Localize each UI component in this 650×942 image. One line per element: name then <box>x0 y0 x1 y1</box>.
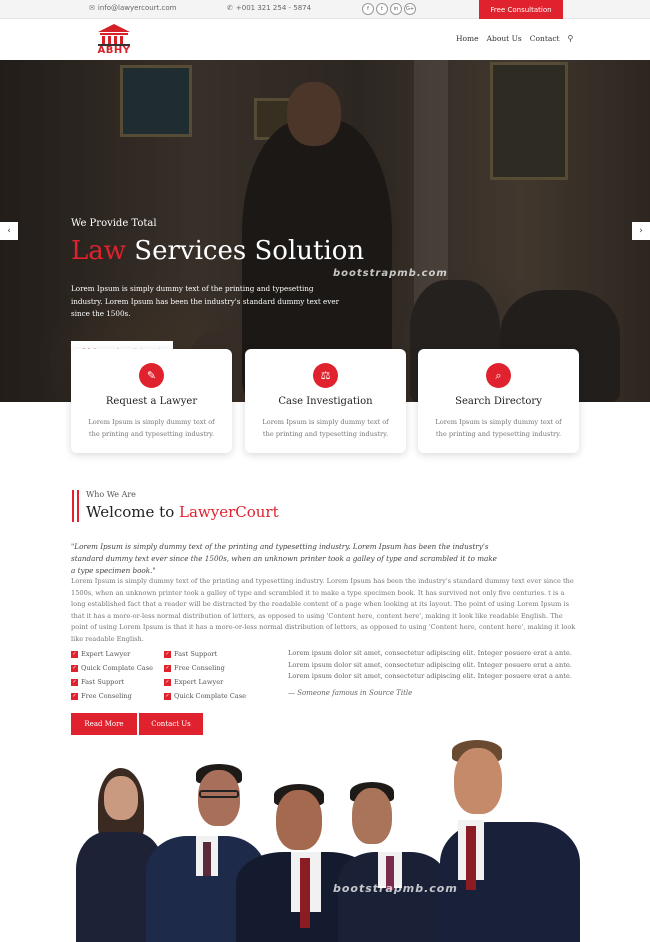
list-item-label: Free Conseling <box>174 664 225 672</box>
list-item: ✓ Expert Lawyer <box>71 647 153 661</box>
service-card-request-lawyer[interactable]: ✎ Request a Lawyer Lorem Ipsum is simply… <box>71 349 232 453</box>
watermark-text: bootstrapmb.com <box>333 882 458 895</box>
list-item: ✓ Free Conseling <box>71 689 153 703</box>
checkbox-icon: ✓ <box>71 664 78 672</box>
quote-citation: — Someone famous in Source Title <box>288 689 412 697</box>
citation-source: Source Title <box>369 689 413 697</box>
service-title: Case Investigation <box>278 396 373 407</box>
service-card-case-investigation[interactable]: ⚖ Case Investigation Lorem Ipsum is simp… <box>245 349 406 453</box>
nav-home[interactable]: Home <box>456 34 479 43</box>
feature-list: ✓ Expert Lawyer ✓ Quick Complate Case ✓ Fas… <box>71 647 153 703</box>
phone-text: +001 321 254 - 5874 <box>235 4 312 12</box>
search-icon: ⌕ <box>486 363 511 388</box>
nav-about-us[interactable]: About Us <box>487 34 522 43</box>
section-title-accent: LawyerCourt <box>179 503 279 521</box>
list-item: ✓ Quick Complate Case <box>164 689 246 703</box>
service-card-search-directory[interactable]: ⌕ Search Directory Lorem Ipsum is simply… <box>418 349 579 453</box>
section-label: Who We Are <box>86 490 136 499</box>
main-nav: Home About Us Contact ⚲ <box>456 34 573 43</box>
service-title: Search Directory <box>455 396 542 407</box>
free-consultation-button[interactable]: Free Consultation <box>479 0 563 19</box>
list-item: ✓ Free Conseling <box>164 661 246 675</box>
email-contact[interactable]: ✉ info@lawyercourt.com <box>89 4 177 12</box>
edit-icon: ✎ <box>139 363 164 388</box>
linkedin-icon[interactable]: in <box>390 3 402 15</box>
team-member <box>440 740 580 942</box>
top-bar: ✉ info@lawyercourt.com ✆ +001 321 254 - … <box>0 0 650 19</box>
section-accent-bar <box>72 490 74 522</box>
hero-title-accent: Law <box>71 236 127 266</box>
phone-icon: ✆ <box>227 4 233 12</box>
site-header: ABHY Home About Us Contact ⚲ <box>0 19 650 60</box>
list-item-label: Free Conseling <box>81 692 132 700</box>
hero-pretitle: We Provide Total <box>71 218 157 229</box>
hero-title-rest: Services Solution <box>126 236 365 266</box>
section-title: Welcome to LawyerCourt <box>86 503 279 521</box>
read-more-button[interactable]: Read More <box>71 713 137 735</box>
side-text: Lorem ipsum dolor sit amet, consectetur … <box>288 649 572 680</box>
checkbox-icon: ✓ <box>164 664 171 672</box>
team-image: bootstrapmb.com <box>0 738 650 942</box>
nav-contact[interactable]: Contact <box>530 34 560 43</box>
checkbox-icon: ✓ <box>71 678 78 686</box>
gavel-icon: ⚖ <box>313 363 338 388</box>
email-text: info@lawyercourt.com <box>97 4 177 12</box>
citation-prefix: — Someone famous in <box>288 689 370 697</box>
envelope-icon: ✉ <box>89 4 95 12</box>
list-item: ✓ Expert Lawyer <box>164 675 246 689</box>
list-item-label: Quick Complate Case <box>81 664 153 672</box>
list-item: ✓ Quick Complate Case <box>71 661 153 675</box>
service-title: Request a Lawyer <box>105 396 198 407</box>
logo[interactable]: ABHY <box>92 22 136 58</box>
intro-paragraph: Lorem Ipsum is simply dummy text of the … <box>71 577 576 643</box>
checkbox-icon: ✓ <box>71 692 78 700</box>
checkbox-icon: ✓ <box>71 650 78 658</box>
section-accent-bar <box>77 490 79 522</box>
prev-slide-arrow[interactable]: ‹ <box>0 222 18 240</box>
watermark-text: bootstrapmb.com <box>333 268 448 279</box>
quote-text: "Lorem Ipsum is simply dummy text of the… <box>71 542 497 575</box>
list-item-label: Expert Lawyer <box>81 650 131 658</box>
facebook-icon[interactable]: f <box>362 3 374 15</box>
google-plus-icon[interactable]: G+ <box>404 3 416 15</box>
service-text: Lorem Ipsum is simply dummy text of the … <box>88 418 215 438</box>
checkbox-icon: ✓ <box>164 650 171 658</box>
team-member <box>338 782 448 942</box>
logo-text: ABHY <box>97 45 131 56</box>
list-item-label: Quick Complate Case <box>174 692 246 700</box>
hero-title: Law Services Solution <box>71 236 364 266</box>
service-text: Lorem Ipsum is simply dummy text of the … <box>262 418 389 438</box>
list-item: ✓ Fast Support <box>164 647 246 661</box>
search-icon[interactable]: ⚲ <box>568 34 574 43</box>
section-title-text: Welcome to <box>86 503 179 521</box>
checkbox-icon: ✓ <box>164 692 171 700</box>
list-item-label: Expert Lawyer <box>174 678 224 686</box>
contact-us-button[interactable]: Contact Us <box>139 713 203 735</box>
list-item-label: Fast Support <box>174 650 218 658</box>
checkbox-icon: ✓ <box>164 678 171 686</box>
list-item: ✓ Fast Support <box>71 675 153 689</box>
phone-contact[interactable]: ✆ +001 321 254 - 5874 <box>227 4 311 12</box>
service-text: Lorem Ipsum is simply dummy text of the … <box>435 418 562 438</box>
feature-list: ✓ Fast Support ✓ Free Conseling ✓ Expert La… <box>164 647 246 703</box>
social-links: f t in G+ <box>362 3 416 15</box>
hero-description: Lorem Ipsum is simply dummy text of the … <box>71 284 340 318</box>
list-item-label: Fast Support <box>81 678 125 686</box>
next-slide-arrow[interactable]: › <box>632 222 650 240</box>
twitter-icon[interactable]: t <box>376 3 388 15</box>
